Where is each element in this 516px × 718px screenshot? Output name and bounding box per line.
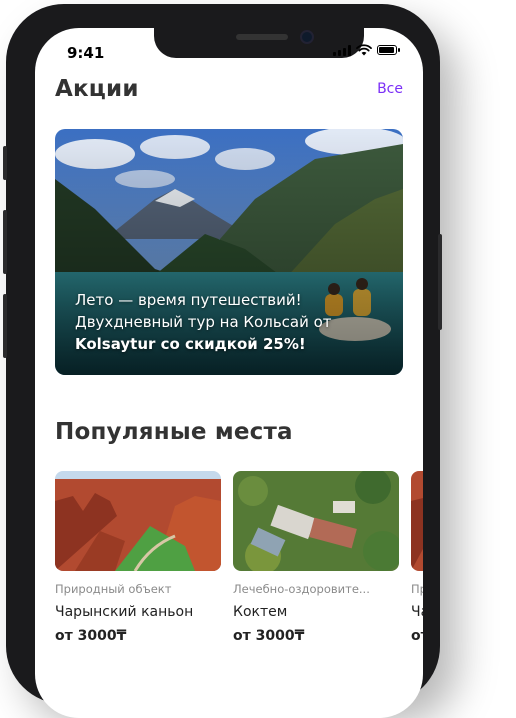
place-price: от 3000₸ (233, 628, 305, 644)
front-camera (300, 30, 314, 44)
place-image (55, 471, 221, 571)
place-card[interactable]: Природный объект Чарынский каньон от 300… (411, 471, 423, 644)
promo-text: Лето — время путешествий! Двухдневный ту… (75, 289, 332, 355)
promo-banner[interactable]: Лето — время путешествий! Двухдневный ту… (55, 129, 403, 375)
phone-frame: 9:41 Акции Все Лето — время путешествий!… (3, 4, 442, 718)
popular-title: Популяные места (55, 419, 293, 445)
promo-line-3: Kolsaytur со скидкой 25%! (75, 335, 306, 353)
place-card[interactable]: Природный объект Чарынский каньон от 300… (55, 471, 221, 644)
place-name: Чарынский каньон (55, 604, 194, 620)
app-screen: 9:41 Акции Все Лето — время путешествий!… (35, 28, 423, 718)
promo-line-2: Двухдневный тур на Кольсай от (75, 313, 332, 331)
see-all-link[interactable]: Все (377, 81, 403, 97)
volume-up-button (3, 210, 7, 274)
place-name: Коктем (233, 604, 288, 620)
place-card[interactable]: Лечебно-оздоровите... Коктем от 3000₸ (233, 471, 399, 644)
volume-down-button (3, 294, 7, 358)
battery-icon (377, 45, 400, 55)
place-category: Лечебно-оздоровите... (233, 582, 370, 596)
place-image (233, 471, 399, 571)
place-image (411, 471, 423, 571)
place-name: Чарынский каньон (411, 604, 423, 620)
place-price: от 3000₸ (411, 628, 423, 644)
popular-places-list: Природный объект Чарынский каньон от 300… (55, 471, 423, 671)
place-category: Природный объект (55, 582, 172, 596)
status-time: 9:41 (67, 44, 105, 62)
promotions-title: Акции (55, 76, 139, 102)
wifi-icon (356, 44, 372, 56)
cellular-signal-icon (333, 44, 351, 56)
place-category: Природный объект (411, 582, 423, 596)
place-price: от 3000₸ (55, 628, 127, 644)
mute-switch (3, 146, 7, 180)
power-button (438, 234, 442, 330)
speaker (236, 34, 288, 40)
status-icons (333, 44, 400, 56)
promo-line-1: Лето — время путешествий! (75, 291, 302, 309)
